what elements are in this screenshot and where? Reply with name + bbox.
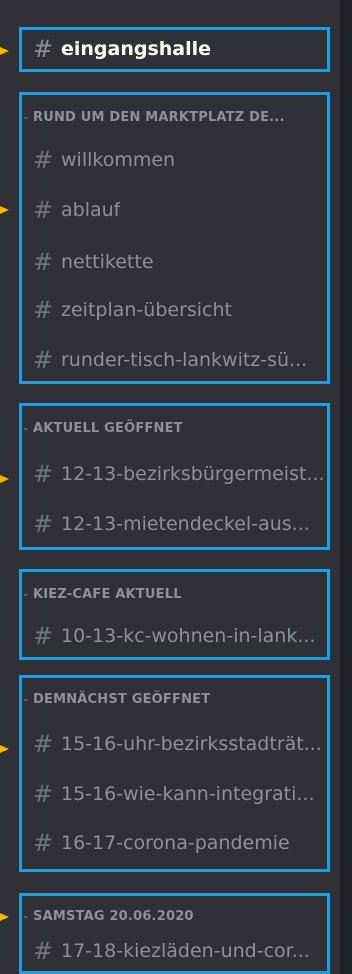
chevron-down-icon: ⌄ [22,911,30,921]
hash-icon: # [33,730,54,758]
hash-icon: # [33,460,54,488]
channel-label: 15-16-uhr-bezirksstadträt... [61,733,322,755]
channel-item[interactable]: # 17-18-kiezläden-und-cor... [33,935,329,967]
hash-icon: # [33,296,54,324]
channel-label: nettikette [61,251,154,273]
channel-label: 16-17-corona-pandemie [61,832,290,854]
channel-label: eingangshalle [61,38,212,60]
category-label: KIEZ-CAFE AKTUELL [33,586,182,602]
category-label: DEMNÄCHST GEÖFFNET [33,691,211,707]
channel-label: 10-13-kc-wohnen-in-lank... [61,625,316,647]
category-label: AKTUELL GEÖFFNET [33,420,183,436]
hash-icon: # [33,937,54,965]
hash-icon: # [33,248,54,276]
channel-item-selected[interactable]: # eingangshalle [33,33,329,65]
category-label: SAMSTAG 20.06.2020 [33,908,194,924]
hash-icon: # [33,622,54,650]
hash-icon: # [33,829,54,857]
channel-label: ablauf [61,199,121,221]
category-header[interactable]: ⌄ AKTUELL GEÖFFNET [22,418,322,438]
channel-item[interactable]: # zeitplan-übersicht [33,294,329,326]
hash-icon: # [33,35,54,63]
channel-item[interactable]: # ablauf [33,194,329,226]
channel-item[interactable]: # nettikette [33,246,329,278]
channel-sidebar: # eingangshalle ⌄ RUND UM DEN MARKTPLATZ… [0,0,340,974]
category-header[interactable]: ⌄ KIEZ-CAFE AKTUELL [22,584,322,604]
chevron-down-icon: ⌄ [22,423,30,433]
channel-label: willkommen [61,149,176,171]
channel-item[interactable]: # 15-16-wie-kann-integrati... [33,778,329,810]
category-header[interactable]: ⌄ DEMNÄCHST GEÖFFNET [22,689,322,709]
channel-item[interactable]: # 15-16-uhr-bezirksstadträt... [33,728,329,760]
channel-item[interactable]: # runder-tisch-lankwitz-sü... [33,344,329,376]
channel-item[interactable]: # willkommen [33,144,329,176]
channel-label: 12-13-bezirksbürgermeist... [61,463,325,485]
hash-icon: # [33,510,54,538]
channel-item[interactable]: # 12-13-mietendeckel-aus... [33,508,329,540]
channel-item[interactable]: # 16-17-corona-pandemie [33,827,329,859]
chevron-down-icon: ⌄ [22,112,30,122]
arrow-pointer-icon [0,47,9,55]
arrow-pointer-icon [0,913,9,921]
category-label: RUND UM DEN MARKTPLATZ DE... [33,109,285,125]
category-header[interactable]: ⌄ RUND UM DEN MARKTPLATZ DE... [22,107,322,127]
channel-item[interactable]: # 12-13-bezirksbürgermeist... [33,458,329,490]
channel-label: 15-16-wie-kann-integrati... [61,783,315,805]
channel-label: 17-18-kiezläden-und-cor... [61,940,310,962]
hash-icon: # [33,780,54,808]
scrollbar-track[interactable] [340,0,352,974]
highlight-category-1 [19,92,330,384]
arrow-pointer-icon [0,475,9,483]
category-header[interactable]: ⌄ SAMSTAG 20.06.2020 [22,906,322,926]
channel-label: 12-13-mietendeckel-aus... [61,513,310,535]
arrow-pointer-icon [0,206,9,214]
chevron-down-icon: ⌄ [22,589,30,599]
hash-icon: # [33,346,54,374]
channel-item[interactable]: # 10-13-kc-wohnen-in-lank... [33,620,329,652]
arrow-pointer-icon [0,745,9,753]
hash-icon: # [33,146,54,174]
channel-label: zeitplan-übersicht [61,299,232,321]
hash-icon: # [33,196,54,224]
channel-label: runder-tisch-lankwitz-sü... [61,349,308,371]
chevron-down-icon: ⌄ [22,694,30,704]
